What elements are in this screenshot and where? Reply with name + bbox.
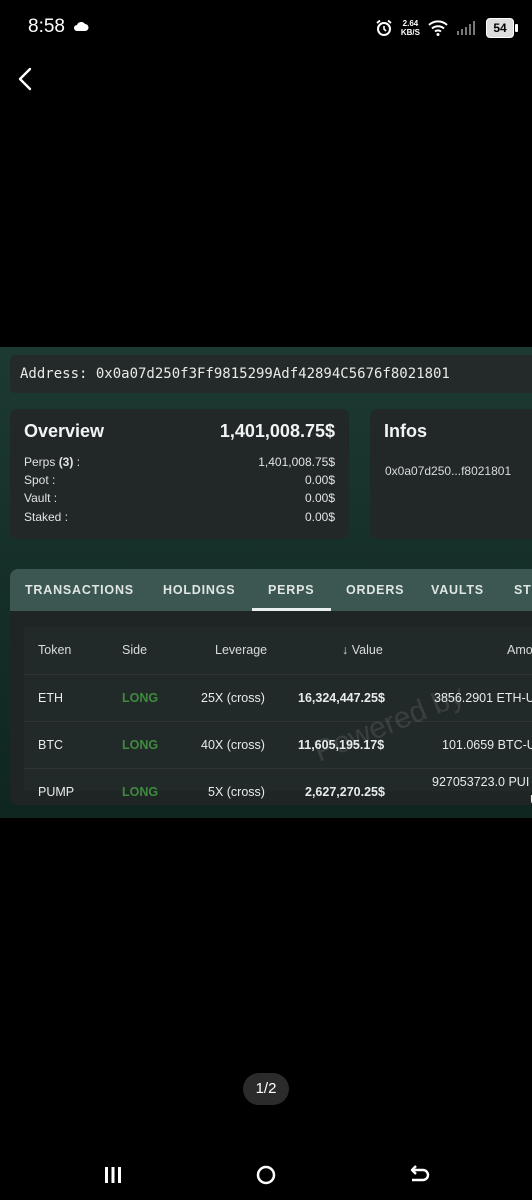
- back-arrow-icon[interactable]: [15, 66, 37, 92]
- overview-label: Perps (3) :: [24, 455, 81, 469]
- status-icons: 2.64 KB/S 54: [375, 15, 518, 41]
- tab-holdings[interactable]: HOLDINGS: [163, 569, 235, 611]
- active-tab-indicator: [252, 608, 331, 611]
- overview-title: Overview: [24, 421, 105, 441]
- overview-label: Vault :: [24, 491, 58, 505]
- cell-token: PUMP: [38, 785, 75, 799]
- tab-bar: TRANSACTIONS HOLDINGS PERPS ORDERS VAULT…: [10, 569, 532, 611]
- table-row[interactable]: BTC LONG 40X (cross) 11,605,195.17$ 101.…: [24, 721, 532, 769]
- overview-row-staked: Staked : 0.00$: [24, 510, 335, 528]
- overview-row-spot: Spot : 0.00$: [24, 473, 335, 491]
- tab-vaults[interactable]: VAULTS: [431, 569, 484, 611]
- overview-label: Spot :: [24, 473, 56, 487]
- net-speed-unit: KB/S: [400, 28, 420, 37]
- header-amount[interactable]: Amo: [507, 643, 532, 657]
- cell-value: 2,627,270.25$: [305, 785, 385, 799]
- tab-transactions[interactable]: TRANSACTIONS: [25, 569, 134, 611]
- cell-amount: 101.0659 BTC-U: [442, 738, 532, 752]
- battery-icon: 54: [486, 18, 518, 38]
- sort-arrow-icon: ↓: [342, 643, 349, 657]
- page-indicator: 1/2: [243, 1073, 289, 1105]
- header-leverage[interactable]: Leverage: [215, 643, 267, 657]
- header-side[interactable]: Side: [122, 643, 147, 657]
- cell-leverage: 40X (cross): [201, 738, 265, 752]
- address-bar: Address: 0x0a07d250f3Ff9815299Adf42894C5…: [10, 355, 532, 393]
- overview-card: Overview 1,401,008.75$ Perps (3) : 1,401…: [10, 409, 349, 539]
- header-value[interactable]: ↓ Value: [342, 643, 383, 657]
- overview-value: 0.00$: [304, 510, 335, 524]
- cell-token: ETH: [38, 691, 63, 705]
- wifi-icon: [428, 20, 448, 36]
- net-speed-value: 2.64: [402, 19, 419, 28]
- cell-leverage: 5X (cross): [208, 785, 265, 799]
- battery-level: 54: [493, 21, 507, 35]
- cell-leverage: 25X (cross): [201, 691, 265, 705]
- header-token[interactable]: Token: [38, 643, 71, 657]
- infos-address: 0x0a07d250...f8021801: [385, 464, 512, 478]
- tab-perps[interactable]: PERPS: [268, 569, 314, 611]
- tab-staking[interactable]: ST: [514, 569, 532, 611]
- overview-value: 1,401,008.75$: [258, 455, 335, 469]
- cell-amount: 927053723.0 PUI: [432, 775, 530, 789]
- cell-side: LONG: [122, 691, 159, 705]
- cell-token: BTC: [38, 738, 63, 752]
- overview-value: 0.00$: [304, 491, 335, 505]
- overview-value: 0.00$: [304, 473, 335, 487]
- status-bar: 8:58 2.64 KB/S 54: [0, 0, 532, 58]
- table-row[interactable]: PUMP LONG 5X (cross) 2,627,270.25$ 92705…: [24, 768, 532, 805]
- alarm-icon: [376, 19, 392, 36]
- cell-side: LONG: [122, 785, 159, 799]
- infos-title: Infos: [384, 421, 427, 441]
- back-nav-icon[interactable]: [406, 1162, 432, 1188]
- battery-tip: [515, 24, 518, 32]
- overview-row-perps: Perps (3) : 1,401,008.75$: [24, 455, 335, 473]
- recent-apps-icon[interactable]: [100, 1162, 126, 1188]
- cell-value: 16,324,447.25$: [298, 691, 385, 705]
- screenshot-page: Address: 0x0a07d250f3Ff9815299Adf42894C5…: [0, 347, 532, 818]
- cell-side: LONG: [122, 738, 159, 752]
- overview-row-vault: Vault : 0.00$: [24, 491, 335, 509]
- infos-card: Infos 0x0a07d250...f8021801: [370, 409, 532, 539]
- net-speed: 2.64 KB/S: [401, 19, 420, 37]
- status-time: 8:58: [28, 16, 65, 37]
- overview-label: Staked :: [24, 510, 69, 524]
- tab-orders[interactable]: ORDERS: [346, 569, 404, 611]
- cloud-icon: [74, 21, 89, 31]
- signal-icon: [457, 21, 475, 35]
- system-nav-bar: [0, 1150, 532, 1200]
- overview-total: 1,401,008.75$: [219, 421, 335, 441]
- home-icon[interactable]: [253, 1162, 279, 1188]
